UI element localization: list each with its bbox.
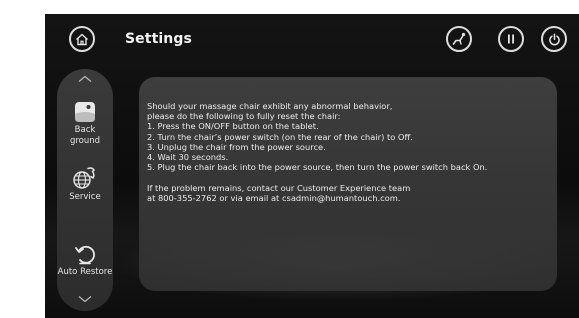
contact-line: If the problem remains, contact our Cust… bbox=[147, 182, 411, 193]
contact-line: at 800-355-2762 or via email at csadmin@… bbox=[147, 192, 401, 203]
sidebar-item-auto-restore[interactable]: Auto Restore bbox=[57, 243, 113, 278]
instruction-step: 5. Plug the chair back into the power so… bbox=[147, 162, 488, 173]
power-icon bbox=[548, 32, 560, 45]
pause-icon bbox=[508, 34, 514, 44]
instruction-line: please do the following to fully reset t… bbox=[147, 111, 341, 122]
sidebar-item-label: Back ground bbox=[69, 125, 101, 146]
instruction-step: 1. Press the ON/OFF button on the tablet… bbox=[147, 121, 319, 132]
auto-restore-icon bbox=[75, 245, 95, 265]
sidebar: Back ground Service Auto Restore bbox=[57, 69, 113, 311]
sidebar-item-label: Service bbox=[69, 192, 101, 202]
home-icon bbox=[76, 33, 88, 45]
stretch-icon bbox=[452, 32, 466, 45]
sidebar-item-background[interactable]: Back ground bbox=[57, 101, 113, 147]
chevron-down-icon[interactable] bbox=[77, 295, 93, 303]
instruction-step: 3. Unplug the chair from the power sourc… bbox=[147, 141, 326, 152]
power-button[interactable] bbox=[541, 26, 567, 52]
stretch-button[interactable] bbox=[446, 26, 472, 52]
settings-screen: Settings Back ground Service Auto Restor… bbox=[45, 14, 579, 318]
home-button[interactable] bbox=[69, 26, 95, 52]
instruction-step: 2. Turn the chair’s power switch (on the… bbox=[147, 131, 413, 142]
sidebar-item-label: Auto Restore bbox=[57, 267, 113, 277]
pause-button[interactable] bbox=[498, 26, 524, 52]
chevron-up-icon[interactable] bbox=[77, 75, 93, 83]
sidebar-item-service[interactable]: Service bbox=[57, 166, 113, 203]
reset-instructions-panel: Should your massage chair exhibit any ab… bbox=[139, 77, 557, 291]
reset-instructions-text: Should your massage chair exhibit any ab… bbox=[147, 101, 553, 203]
service-icon bbox=[73, 167, 95, 189]
background-icon bbox=[75, 102, 95, 122]
page-title: Settings bbox=[125, 31, 192, 47]
instruction-line: Should your massage chair exhibit any ab… bbox=[147, 101, 393, 111]
instruction-step: 4. Wait 30 seconds. bbox=[147, 152, 229, 163]
